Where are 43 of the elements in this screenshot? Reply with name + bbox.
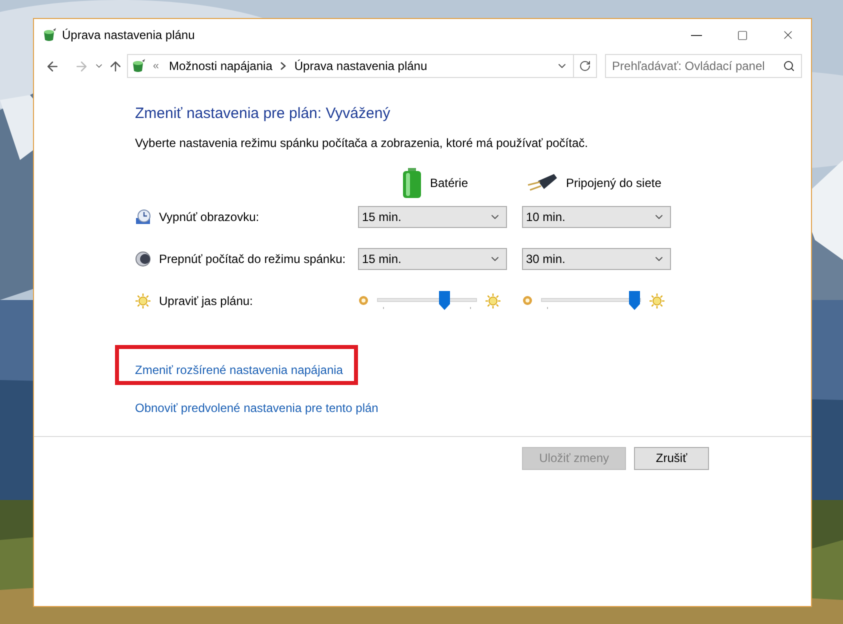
up-icon — [108, 58, 124, 74]
cancel-button[interactable]: Zrušiť — [634, 446, 709, 470]
forward-icon — [74, 58, 89, 74]
breadcrumb[interactable]: Možnosti napájania — [168, 57, 272, 75]
dropdown[interactable]: 30 min. — [522, 248, 671, 270]
minimize-icon — [690, 34, 702, 36]
column-header: Batérie — [430, 174, 468, 192]
brightness-slider[interactable] — [377, 290, 477, 310]
link[interactable]: Obnoviť predvolené nastavenia pre tento plán — [135, 400, 378, 414]
sun-icon — [135, 292, 151, 308]
setting-label: Vypnúť obrazovku: — [159, 208, 260, 226]
sun-icon — [649, 292, 665, 308]
setting-label: Prepnúť počítač do režimu spánku: — [159, 250, 346, 268]
refresh-icon — [579, 60, 592, 72]
maximize-icon — [736, 30, 748, 40]
dim-sun-icon — [358, 295, 369, 306]
moon-icon — [135, 250, 151, 266]
monitor-clock-icon — [135, 208, 151, 224]
column-header: Pripojený do siete — [566, 174, 662, 192]
dropdown[interactable]: 15 min. — [358, 206, 507, 228]
back-icon — [45, 58, 60, 74]
brightness-slider[interactable] — [541, 290, 641, 310]
setting-label: Upraviť jas plánu: — [159, 292, 253, 310]
power-plug-icon — [526, 172, 558, 192]
page-heading: Zmeniť nastavenia pre plán: Vyvážený — [135, 104, 392, 124]
link[interactable]: Zmeniť rozšírené nastavenia napájania — [135, 362, 343, 376]
window-title: Úprava nastavenia plánu — [62, 27, 195, 44]
chevron-right-icon — [280, 62, 286, 70]
slider-thumb[interactable] — [629, 290, 640, 310]
battery-icon — [402, 168, 422, 198]
description-text: Vyberte nastavenia režimu spánku počítača a zobrazenia, ktoré má používať počítač. — [135, 134, 589, 152]
breadcrumb[interactable]: Úprava nastavenia plánu — [294, 57, 428, 75]
search-icon — [783, 60, 795, 72]
dim-sun-icon — [522, 295, 533, 306]
dropdown[interactable]: 15 min. — [358, 248, 507, 270]
slider-thumb[interactable] — [439, 290, 450, 310]
refresh-button[interactable] — [574, 54, 598, 78]
dropdown[interactable]: 10 min. — [522, 206, 671, 228]
overflow-chevron[interactable]: « — [152, 58, 159, 74]
power-plan-icon — [41, 27, 57, 43]
search-field[interactable]: Prehľadávať: Ovládací panel — [605, 54, 802, 78]
sun-icon — [485, 292, 501, 308]
address-field[interactable]: « Možnosti napájania Úprava nastavenia plánu — [126, 54, 574, 78]
